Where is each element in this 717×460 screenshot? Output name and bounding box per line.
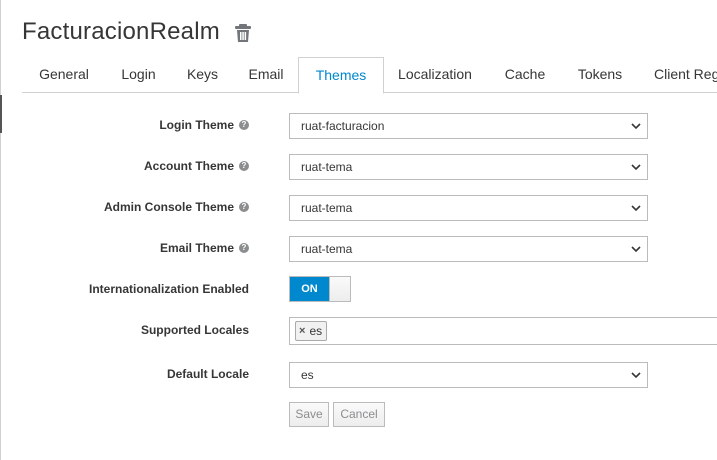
tab-login[interactable]: Login xyxy=(106,57,171,91)
login-theme-label: Login Theme ? xyxy=(159,118,249,132)
email-theme-value: ruat-tema xyxy=(301,242,353,256)
help-icon[interactable]: ? xyxy=(239,202,249,212)
chevron-down-icon xyxy=(631,372,641,379)
tab-themes[interactable]: Themes xyxy=(298,57,384,94)
tab-keys[interactable]: Keys xyxy=(171,57,234,91)
internationalization-label-text: Internationalization Enabled xyxy=(88,282,249,296)
email-theme-label-text: Email Theme xyxy=(159,241,234,255)
admin-console-theme-select[interactable]: ruat-tema xyxy=(289,195,648,221)
admin-console-theme-label-text: Admin Console Theme xyxy=(103,200,234,214)
help-icon[interactable]: ? xyxy=(239,161,249,171)
close-icon[interactable]: × xyxy=(299,322,305,340)
cancel-button[interactable]: Cancel xyxy=(333,402,385,427)
account-theme-label-text: Account Theme xyxy=(143,159,234,173)
supported-locales-label-text: Supported Locales xyxy=(140,323,249,337)
account-theme-value: ruat-tema xyxy=(301,160,353,174)
realm-header: FacturacionRealm xyxy=(22,18,252,46)
default-locale-label: Default Locale xyxy=(167,367,249,381)
tab-general[interactable]: General xyxy=(22,57,106,91)
admin-console-theme-label: Admin Console Theme ? xyxy=(104,200,249,214)
email-theme-label: Email Theme ? xyxy=(160,241,249,255)
tab-cache[interactable]: Cache xyxy=(487,57,563,91)
locale-tag: × es xyxy=(295,321,328,341)
supported-locales-label: Supported Locales xyxy=(141,323,249,337)
tab-email[interactable]: Email xyxy=(234,57,298,91)
email-theme-select[interactable]: ruat-tema xyxy=(289,236,648,262)
locale-tag-label: es xyxy=(309,324,323,338)
internationalization-label: Internationalization Enabled xyxy=(89,282,249,296)
tab-localization[interactable]: Localization xyxy=(383,57,487,91)
default-locale-value: es xyxy=(301,368,314,382)
page-title: FacturacionRealm xyxy=(22,18,220,45)
chevron-down-icon xyxy=(631,205,641,212)
tab-client-registration[interactable]: Client Reg xyxy=(637,57,717,91)
help-icon[interactable]: ? xyxy=(239,120,249,130)
login-theme-label-text: Login Theme xyxy=(159,118,234,132)
account-theme-label: Account Theme ? xyxy=(144,159,249,173)
admin-console-theme-value: ruat-tema xyxy=(301,201,353,215)
left-border xyxy=(0,0,2,460)
chevron-down-icon xyxy=(631,164,641,171)
left-border-notch xyxy=(0,95,2,133)
toggle-on-state: ON xyxy=(290,277,329,301)
chevron-down-icon xyxy=(631,246,641,253)
internationalization-toggle[interactable]: ON xyxy=(289,276,351,302)
login-theme-value: ruat-facturacion xyxy=(301,119,385,133)
trash-icon[interactable] xyxy=(234,23,252,43)
realm-tabs: General Login Keys Email Themes Localiza… xyxy=(22,57,717,94)
account-theme-select[interactable]: ruat-tema xyxy=(289,154,648,180)
login-theme-select[interactable]: ruat-facturacion xyxy=(289,113,648,139)
tab-tokens[interactable]: Tokens xyxy=(563,57,637,91)
default-locale-select[interactable]: es xyxy=(289,362,648,388)
save-button[interactable]: Save xyxy=(289,402,329,427)
supported-locales-input[interactable]: × es xyxy=(289,317,717,345)
chevron-down-icon xyxy=(631,123,641,130)
help-icon[interactable]: ? xyxy=(239,243,249,253)
toggle-knob xyxy=(329,277,350,301)
default-locale-label-text: Default Locale xyxy=(166,367,249,381)
